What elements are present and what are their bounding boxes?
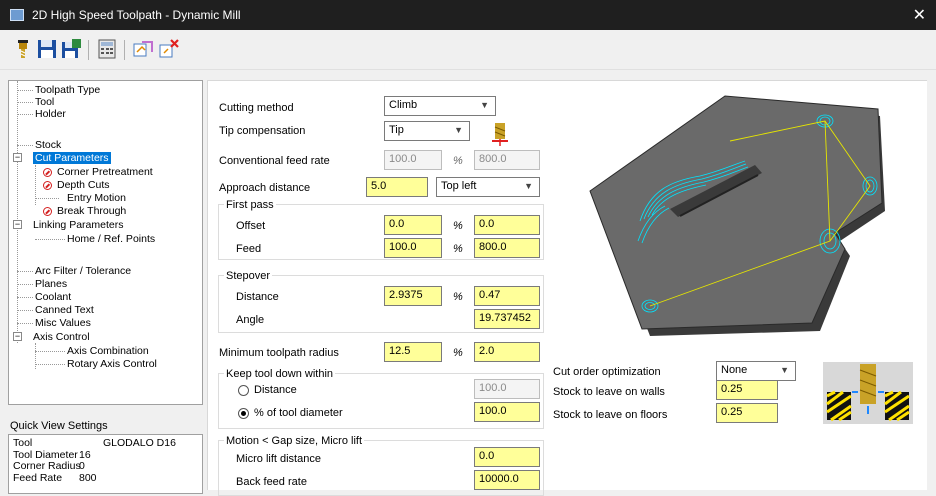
min-radius-percent-field[interactable]: 12.5 [384, 342, 442, 362]
tree-item-coolant[interactable]: Coolant [35, 291, 71, 303]
collapse-icon[interactable]: − [13, 153, 22, 162]
tree-item-break-through[interactable]: Break Through [57, 205, 126, 217]
parameter-tree: Toolpath Type Tool Holder Stock − Cut Pa… [8, 80, 203, 405]
approach-distance-field[interactable]: 5.0 [366, 177, 428, 197]
cut-order-select[interactable]: None ▼ [716, 361, 796, 381]
disabled-icon [43, 168, 52, 177]
save-icon[interactable] [36, 38, 58, 60]
stock-walls-field[interactable]: 0.25 [716, 380, 778, 400]
percent-symbol: % [453, 243, 463, 255]
tree-item-entry-motion[interactable]: Entry Motion [67, 192, 126, 204]
min-radius-label: Minimum toolpath radius [219, 347, 339, 359]
tree-item-canned-text[interactable]: Canned Text [35, 304, 94, 316]
save-as-icon[interactable] [60, 38, 82, 60]
stock-floors-label: Stock to leave on floors [553, 409, 668, 421]
conventional-feed-percent-field[interactable]: 100.0 [384, 150, 442, 170]
quick-view-row: Corner Radius 0 [13, 460, 85, 472]
percent-symbol: % [453, 347, 463, 359]
tree-item-toolpath-type[interactable]: Toolpath Type [35, 84, 100, 96]
tree-item-holder[interactable]: Holder [35, 108, 66, 120]
tree-item-arc-filter[interactable]: Arc Filter / Tolerance [35, 265, 131, 277]
offset-label: Offset [236, 220, 266, 232]
tree-item-linking-parameters[interactable]: Linking Parameters [33, 219, 123, 231]
tree-item-tool[interactable]: Tool [35, 96, 54, 108]
percent-symbol: % [453, 155, 463, 167]
back-feed-field[interactable]: 10000.0 [474, 470, 540, 490]
tree-item-depth-cuts[interactable]: Depth Cuts [57, 179, 110, 191]
micro-lift-distance-label: Micro lift distance [236, 453, 321, 465]
feed-value-field[interactable]: 800.0 [474, 238, 540, 258]
micro-lift-title: Motion < Gap size, Micro lift [224, 435, 365, 447]
stock-walls-label: Stock to leave on walls [553, 386, 665, 398]
offset-value-field[interactable]: 0.0 [474, 215, 540, 235]
tree-item-rotary-axis-control[interactable]: Rotary Axis Control [67, 358, 157, 370]
tip-compensation-select[interactable]: Tip ▼ [384, 121, 470, 141]
app-icon [10, 9, 24, 21]
stepover-distance-field[interactable]: 2.9375 [384, 286, 442, 306]
keep-distance-label: Distance [254, 384, 297, 396]
cutting-method-label: Cutting method [219, 102, 294, 114]
percent-symbol: % [453, 291, 463, 303]
collapse-icon[interactable]: − [13, 332, 22, 341]
percent-symbol: % [453, 220, 463, 232]
view-icon[interactable] [132, 38, 154, 60]
stepover-percent-field[interactable]: 0.47 [474, 286, 540, 306]
distance-radio[interactable] [238, 385, 249, 396]
feed-percent-field[interactable]: 100.0 [384, 238, 442, 258]
tip-compensation-label: Tip compensation [219, 125, 306, 137]
stepover-title: Stepover [224, 270, 273, 282]
stepover-distance-label: Distance [236, 291, 279, 303]
toolbar-separator [88, 40, 89, 60]
back-feed-label: Back feed rate [236, 476, 307, 488]
title-bar: 2D High Speed Toolpath - Dynamic Mill ✕ [0, 0, 936, 30]
keep-distance-field[interactable]: 100.0 [474, 379, 540, 399]
approach-position-select[interactable]: Top left ▼ [436, 177, 540, 197]
quick-view-title: Quick View Settings [10, 420, 108, 432]
cut-order-label: Cut order optimization [553, 366, 661, 378]
close-button[interactable]: ✕ [913, 5, 926, 25]
stock-floors-field[interactable]: 0.25 [716, 403, 778, 423]
percent-radio[interactable] [238, 408, 249, 419]
tree-item-home-ref-points[interactable]: Home / Ref. Points [67, 233, 155, 245]
tree-item-planes[interactable]: Planes [35, 278, 67, 290]
tree-item-misc-values[interactable]: Misc Values [35, 317, 91, 329]
disabled-icon [43, 207, 52, 216]
toolbar [0, 30, 936, 70]
offset-percent-field[interactable]: 0.0 [384, 215, 442, 235]
conventional-feed-value-field[interactable]: 800.0 [474, 150, 540, 170]
keep-tool-down-title: Keep tool down within [224, 368, 336, 380]
keep-percent-label: % of tool diameter [254, 407, 343, 419]
feed-label: Feed [236, 243, 262, 255]
stepover-angle-field[interactable]: 19.737452 [474, 309, 540, 329]
tool-tip-icon [492, 123, 508, 146]
quick-view-panel: Tool GLODALO D16 Tool Diameter 16 Corner R… [8, 434, 203, 494]
delete-icon[interactable] [158, 38, 180, 60]
toolbar-separator [124, 40, 125, 60]
quick-view-row: Tool GLODALO D16 [13, 437, 176, 449]
stock-to-leave-icon [823, 362, 913, 424]
cutting-method-select[interactable]: Climb ▼ [384, 96, 496, 116]
calculator-icon[interactable] [96, 38, 118, 60]
tree-item-stock[interactable]: Stock [35, 139, 61, 151]
tree-item-cut-parameters[interactable]: Cut Parameters [33, 152, 111, 164]
collapse-icon[interactable]: − [13, 220, 22, 229]
quick-view-row: Feed Rate 800 [13, 471, 97, 484]
tree-item-axis-combination[interactable]: Axis Combination [67, 345, 149, 357]
quick-view-row: Tool Diameter 16 [13, 448, 91, 461]
tool-icon[interactable] [12, 38, 34, 60]
stepover-angle-label: Angle [236, 314, 265, 326]
tree-item-axis-control[interactable]: Axis Control [33, 331, 90, 343]
toolpath-preview-image [589, 95, 885, 336]
cut-parameters-panel: Cutting method Climb ▼ Tip compensation T… [207, 80, 927, 496]
micro-lift-distance-field[interactable]: 0.0 [474, 447, 540, 467]
conventional-feed-label: Conventional feed rate [219, 155, 330, 167]
disabled-icon [43, 181, 52, 190]
keep-percent-field[interactable]: 100.0 [474, 402, 540, 422]
tree-item-corner-pretreatment[interactable]: Corner Pretreatment [57, 166, 153, 178]
min-radius-value-field[interactable]: 2.0 [474, 342, 540, 362]
approach-distance-label: Approach distance [219, 182, 311, 194]
window-title: 2D High Speed Toolpath - Dynamic Mill [32, 8, 241, 22]
first-pass-title: First pass [224, 199, 276, 211]
